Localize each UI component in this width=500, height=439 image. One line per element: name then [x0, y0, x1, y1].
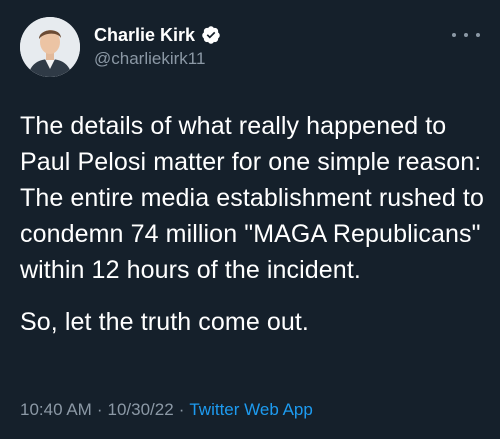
author-identity: Charlie Kirk @charliekirk11	[94, 25, 221, 70]
dot	[476, 33, 480, 37]
handle[interactable]: @charliekirk11	[94, 49, 221, 69]
avatar-image	[20, 17, 80, 77]
tweet-header: Charlie Kirk @charliekirk11	[20, 16, 480, 78]
tweet-paragraph: So, let the truth come out.	[20, 308, 309, 336]
tweet-paragraph: The details of what really happened to P…	[20, 112, 484, 284]
dot	[452, 33, 456, 37]
tweet-time[interactable]: 10:40 AM	[20, 400, 92, 419]
name-row: Charlie Kirk	[94, 25, 221, 47]
dot	[464, 33, 468, 37]
display-name[interactable]: Charlie Kirk	[94, 25, 195, 47]
tweet-source-link[interactable]: Twitter Web App	[189, 400, 312, 419]
more-options-icon[interactable]	[452, 28, 480, 42]
separator: ·	[96, 400, 103, 419]
avatar[interactable]	[20, 17, 80, 77]
tweet-text: The details of what really happened to P…	[20, 108, 490, 340]
tweet-date[interactable]: 10/30/22	[108, 400, 174, 419]
verified-badge-icon	[201, 25, 221, 45]
separator: ·	[178, 400, 185, 419]
tweet-metadata: 10:40 AM · 10/30/22 · Twitter Web App	[20, 400, 313, 420]
tweet-card: Charlie Kirk @charliekirk11 The details …	[0, 0, 500, 439]
